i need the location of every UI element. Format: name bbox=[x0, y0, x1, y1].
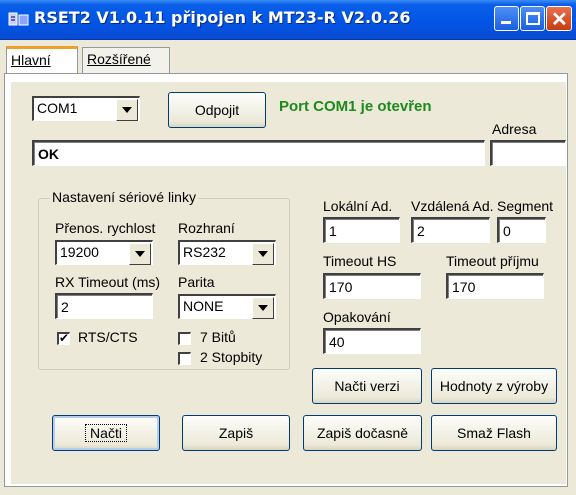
response-field[interactable]: OK bbox=[32, 140, 485, 166]
local-address-label: Lokální Ad. bbox=[323, 198, 393, 214]
rts-cts-checkbox[interactable] bbox=[57, 331, 70, 345]
read-label: Načti bbox=[85, 424, 127, 442]
port-status: Port COM1 je otevřen bbox=[279, 98, 432, 115]
remote-address-field[interactable]: 2 bbox=[411, 217, 490, 243]
com-port-value: COM1 bbox=[37, 100, 78, 116]
interface-label: Rozhraní bbox=[178, 220, 235, 236]
segment-field[interactable]: 0 bbox=[497, 217, 546, 243]
chevron-down-icon[interactable] bbox=[116, 99, 138, 121]
seven-bits-checkbox[interactable] bbox=[178, 332, 191, 345]
app-icon bbox=[8, 11, 30, 29]
write-temporary-button[interactable]: Zapiš dočasně bbox=[303, 415, 422, 451]
rx-timeout-label: RX Timeout (ms) bbox=[55, 274, 161, 290]
disconnect-button[interactable]: Odpojit bbox=[168, 92, 266, 128]
timeout-hs-field[interactable]: 170 bbox=[323, 273, 421, 299]
window-title: RSET2 V1.0.11 připojen k MT23-R V2.0.26 bbox=[34, 8, 411, 27]
address-field[interactable] bbox=[490, 140, 566, 166]
minimize-button[interactable] bbox=[494, 6, 519, 31]
read-version-button[interactable]: Načti verzi bbox=[312, 368, 422, 404]
parity-value: NONE bbox=[183, 298, 224, 314]
chevron-down-icon[interactable] bbox=[252, 243, 274, 265]
factory-values-label: Hodnoty z výroby bbox=[439, 378, 549, 394]
close-button[interactable]: ✕ bbox=[546, 6, 572, 31]
close-icon: ✕ bbox=[551, 9, 568, 31]
retries-label: Opakování bbox=[323, 309, 391, 325]
two-stopbits-checkbox[interactable] bbox=[178, 352, 191, 365]
tab-label: Rozšířené bbox=[87, 51, 151, 67]
parity-select[interactable]: NONE bbox=[178, 294, 276, 319]
interface-select[interactable]: RS232 bbox=[178, 240, 276, 265]
disconnect-label: Odpojit bbox=[194, 102, 240, 118]
timeout-rx-label: Timeout příjmu bbox=[446, 253, 539, 269]
retries-field[interactable]: 40 bbox=[323, 328, 421, 354]
rts-cts-label: RTS/CTS bbox=[78, 329, 138, 345]
erase-flash-button[interactable]: Smaž Flash bbox=[431, 415, 557, 451]
chevron-down-icon[interactable] bbox=[129, 243, 151, 265]
timeout-hs-label: Timeout HS bbox=[323, 253, 397, 269]
speed-value: 19200 bbox=[60, 244, 99, 260]
speed-select[interactable]: 19200 bbox=[55, 240, 153, 265]
local-address-field[interactable]: 1 bbox=[323, 217, 400, 243]
write-temporary-label: Zapiš dočasně bbox=[316, 425, 409, 441]
erase-flash-label: Smaž Flash bbox=[457, 425, 531, 441]
rx-timeout-field[interactable]: 2 bbox=[55, 293, 153, 319]
minimize-icon bbox=[501, 21, 511, 24]
write-button[interactable]: Zapiš bbox=[182, 415, 290, 451]
two-stopbits-label: 2 Stopbity bbox=[200, 349, 263, 365]
tab-rozsirene[interactable]: Rozšířené bbox=[82, 47, 170, 73]
interface-value: RS232 bbox=[183, 244, 226, 260]
maximize-icon bbox=[526, 12, 540, 25]
speed-label: Přenos. rychlost bbox=[55, 220, 156, 236]
write-label: Zapiš bbox=[218, 425, 254, 441]
tab-label: Hlavní bbox=[11, 52, 51, 68]
chevron-down-icon[interactable] bbox=[252, 297, 274, 319]
read-version-label: Načti verzi bbox=[334, 378, 400, 394]
seven-bits-label: 7 Bitů bbox=[200, 329, 236, 345]
read-button[interactable]: Načti bbox=[52, 415, 160, 451]
maximize-button[interactable] bbox=[520, 6, 545, 31]
factory-values-button[interactable]: Hodnoty z výroby bbox=[431, 368, 557, 404]
com-port-select[interactable]: COM1 bbox=[32, 96, 140, 121]
remote-address-label: Vzdálená Ad. bbox=[411, 198, 494, 214]
serial-settings-title: Nastavení sériové linky bbox=[50, 189, 198, 205]
segment-label: Segment bbox=[497, 198, 554, 214]
parity-label: Parita bbox=[178, 274, 215, 290]
timeout-rx-field[interactable]: 170 bbox=[446, 273, 544, 299]
address-label: Adresa bbox=[492, 121, 537, 137]
tab-hlavni[interactable]: Hlavní bbox=[6, 46, 78, 74]
